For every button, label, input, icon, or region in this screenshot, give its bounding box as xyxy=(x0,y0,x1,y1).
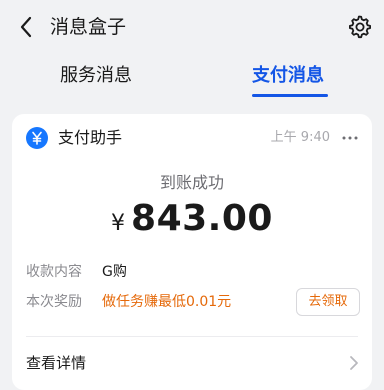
yuan-logo-icon xyxy=(26,127,48,149)
payment-message-card: 支付助手 上午 9:40 到账成功 ¥ 843.00 收款内容 G购 本次奖励 … xyxy=(12,114,372,390)
view-details-label: 查看详情 xyxy=(26,354,87,372)
more-options-button[interactable] xyxy=(340,128,360,148)
tab-service-messages[interactable]: 服务消息 xyxy=(60,64,140,88)
card-header: 支付助手 上午 9:40 xyxy=(12,114,372,160)
chevron-right-icon xyxy=(350,356,358,370)
view-details-row[interactable]: 查看详情 xyxy=(12,340,372,386)
tab-payment-messages[interactable]: 支付消息 xyxy=(252,64,332,88)
currency-symbol: ¥ xyxy=(111,211,126,236)
detail-value-reward: 做任务赚最低0.01元 xyxy=(102,294,232,310)
payment-amount: 843.00 xyxy=(131,198,273,239)
detail-value-content: G购 xyxy=(102,264,127,280)
message-time: 上午 9:40 xyxy=(270,130,330,145)
amount-row: ¥ 843.00 xyxy=(12,198,372,246)
back-button[interactable] xyxy=(14,13,38,41)
claim-reward-button[interactable]: 去领取 xyxy=(296,288,360,316)
settings-button[interactable] xyxy=(346,13,372,39)
gear-icon xyxy=(349,15,371,39)
top-bar: 消息盒子 xyxy=(0,0,384,54)
payment-status: 到账成功 xyxy=(159,173,224,192)
detail-label-content: 收款内容 xyxy=(26,264,82,280)
page-title: 消息盒子 xyxy=(50,16,127,38)
message-tabs: 服务消息 支付消息 xyxy=(0,56,384,100)
detail-label-reward: 本次奖励 xyxy=(26,294,82,310)
more-dots-icon xyxy=(342,136,358,140)
active-tab-indicator xyxy=(252,94,328,97)
back-arrow-icon xyxy=(20,16,32,38)
divider xyxy=(26,336,358,337)
app-name: 支付助手 xyxy=(58,128,123,147)
